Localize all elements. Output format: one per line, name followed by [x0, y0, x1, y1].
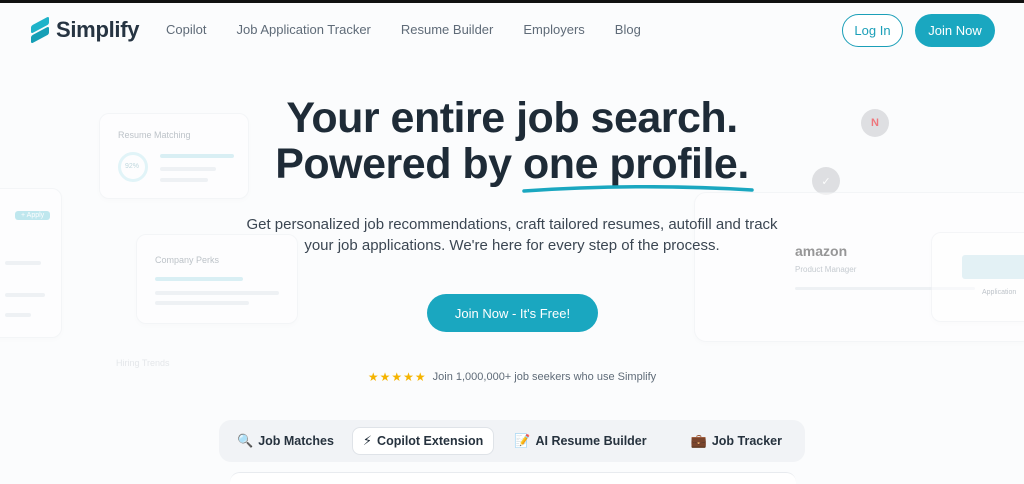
nav-link-employers[interactable]: Employers [523, 22, 584, 37]
tab-label: Job Matches [258, 434, 334, 448]
nav-link-resume-builder[interactable]: Resume Builder [401, 22, 494, 37]
tab-job-matches[interactable]: 🔍 Job Matches [227, 427, 344, 455]
brand-name: Simplify [56, 17, 140, 42]
nav-links: Copilot Job Application Tracker Resume B… [166, 22, 671, 37]
login-button[interactable]: Log In [842, 14, 903, 47]
company-perks-title: Company Perks [155, 255, 220, 265]
bar [5, 293, 45, 297]
lightning-icon: ⚡ [362, 433, 373, 448]
bar [155, 291, 279, 295]
tab-copilot-extension[interactable]: ⚡ Copilot Extension [351, 427, 495, 455]
hero-subtitle-line2: your job applications. We're here for ev… [304, 237, 720, 254]
navbar: Simplify Copilot Job Application Tracker… [0, 3, 1024, 61]
tab-ai-resume-builder[interactable]: 📝 AI Resume Builder [504, 427, 656, 455]
content-preview-edge [230, 472, 796, 484]
hero-title: Your entire job search. Powered by one p… [0, 95, 1024, 187]
hero-subtitle-line1: Get personalized job recommendations, cr… [246, 216, 778, 233]
bar [155, 301, 249, 305]
nav-link-blog[interactable]: Blog [615, 22, 641, 37]
briefcase-icon: 💼 [690, 433, 707, 448]
simplify-logo[interactable]: Simplify [30, 16, 140, 44]
bar [5, 313, 31, 317]
bar [155, 277, 243, 281]
highlight-underline [522, 185, 754, 193]
rating-stars-icon: ★★★★★ [367, 370, 427, 384]
bar [5, 261, 41, 265]
tab-label: AI Resume Builder [535, 434, 647, 448]
nav-link-copilot[interactable]: Copilot [166, 22, 206, 37]
join-free-cta-button[interactable]: Join Now - It's Free! [427, 294, 598, 332]
feature-tabs: 🔍 Job Matches ⚡ Copilot Extension 📝 AI R… [219, 420, 805, 462]
application-label: Application [982, 289, 1017, 296]
memo-icon: 📝 [514, 433, 531, 448]
tab-label: Job Tracker [711, 434, 782, 448]
logo-mark-icon [30, 16, 50, 44]
hero-title-highlight: one profile. [523, 140, 749, 188]
hiring-trends-label: Hiring Trends [116, 358, 170, 368]
nav-link-job-application-tracker[interactable]: Job Application Tracker [236, 22, 370, 37]
magnifier-icon: 🔍 [237, 433, 254, 448]
hero-title-line1: Your entire job search. [286, 94, 738, 142]
hero-title-prefix: Powered by [275, 140, 524, 188]
hero-title-line2: Powered by one profile. [0, 141, 1024, 187]
tab-label: Copilot Extension [377, 434, 484, 448]
join-now-button[interactable]: Join Now [915, 14, 995, 47]
social-proof: ★★★★★ Join 1,000,000+ job seekers who us… [0, 370, 1024, 384]
tab-job-tracker[interactable]: 💼 Job Tracker [681, 427, 792, 455]
left-partial-card: + Apply [0, 188, 62, 338]
application-bar [962, 255, 1024, 279]
amazon-role: Product Manager [795, 265, 857, 274]
social-proof-text: Join 1,000,000+ job seekers who use Simp… [432, 371, 657, 383]
hero-subtitle: Get personalized job recommendations, cr… [0, 214, 1024, 256]
